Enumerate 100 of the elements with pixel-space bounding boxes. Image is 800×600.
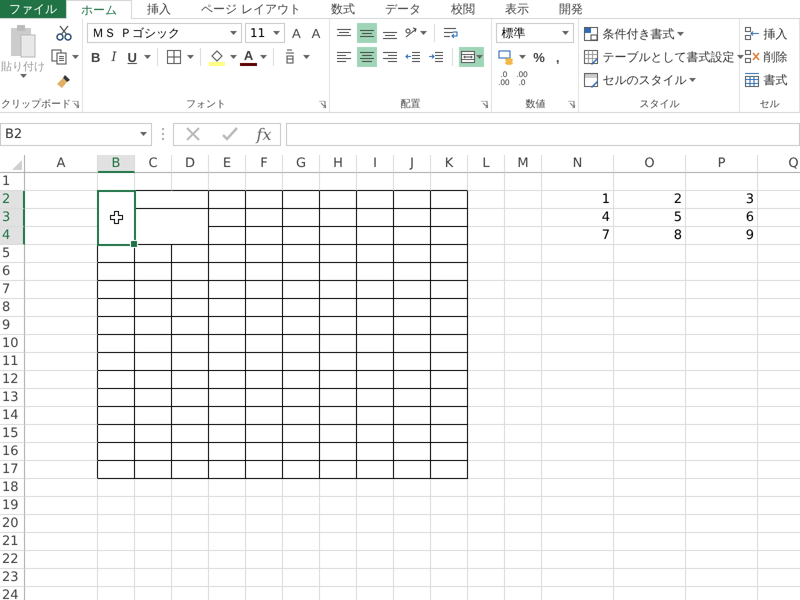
grid-cell[interactable] (25, 335, 98, 353)
grid-cell[interactable] (283, 407, 320, 425)
grid-cell[interactable] (431, 425, 468, 443)
grid-cell[interactable] (431, 335, 468, 353)
grid-cell[interactable] (283, 209, 320, 227)
grid-cell[interactable] (431, 461, 468, 479)
grid-cell[interactable] (431, 227, 468, 245)
grid-cell[interactable] (98, 389, 135, 407)
grid-cell[interactable] (357, 281, 394, 299)
table-cell[interactable]: 2 (614, 191, 686, 209)
grid-cell[interactable] (246, 425, 283, 443)
increase-decimal-button[interactable]: .0 .00 (496, 71, 512, 87)
grid-cell[interactable] (283, 461, 320, 479)
grid-cell[interactable] (172, 299, 209, 317)
row-header[interactable]: 14 (0, 407, 25, 425)
grid-cell[interactable] (135, 443, 172, 461)
font-name-dropdown[interactable]: ＭＳ Ｐゴシック (87, 23, 242, 43)
insert-button[interactable]: 挿入 (744, 23, 788, 45)
grid-cell[interactable] (357, 299, 394, 317)
grid-cell[interactable] (394, 317, 431, 335)
grid-cell[interactable] (431, 245, 468, 263)
column-header[interactable]: B (98, 155, 135, 173)
grid-cell[interactable] (209, 389, 246, 407)
grid-cell[interactable] (431, 209, 468, 227)
table-cell[interactable]: 9 (686, 227, 758, 245)
grid-cell[interactable] (135, 425, 172, 443)
grid-cell[interactable] (394, 227, 431, 245)
row-header[interactable]: 7 (0, 281, 25, 299)
percent-button[interactable]: % (529, 47, 549, 67)
ribbon-tab[interactable]: 表示 (490, 0, 544, 18)
font-color-button[interactable]: A (240, 48, 258, 66)
grid-cell[interactable] (209, 263, 246, 281)
table-cell[interactable]: 6 (686, 209, 758, 227)
grid-cell[interactable] (209, 371, 246, 389)
grid-cell[interactable] (209, 407, 246, 425)
cell-styles-button[interactable]: セルのスタイル (583, 69, 744, 91)
grid-cell[interactable] (135, 191, 209, 209)
ribbon-tab[interactable]: 数式 (316, 0, 370, 18)
column-header[interactable]: E (209, 155, 246, 173)
grid-cell[interactable] (431, 299, 468, 317)
row-header[interactable]: 6 (0, 263, 25, 281)
bold-button[interactable]: B (87, 47, 104, 67)
grid-cell[interactable] (172, 407, 209, 425)
column-header[interactable]: L (468, 155, 505, 173)
number-format-dropdown[interactable]: 標準 (496, 23, 574, 43)
ribbon-tab[interactable]: 校閲 (436, 0, 490, 18)
grid-cell[interactable] (394, 407, 431, 425)
grid-cell[interactable] (320, 443, 357, 461)
name-box[interactable]: B2 (0, 122, 152, 146)
grid-cell[interactable] (98, 263, 135, 281)
grid-cell[interactable] (246, 263, 283, 281)
column-header[interactable]: M (505, 155, 542, 173)
grid-cell[interactable] (98, 461, 135, 479)
grid-cell[interactable] (209, 191, 246, 209)
underline-button[interactable]: U (124, 47, 141, 67)
grid-cell[interactable] (246, 389, 283, 407)
grid-cell[interactable] (246, 281, 283, 299)
grid-cell[interactable] (98, 299, 135, 317)
row-header[interactable]: 8 (0, 299, 25, 317)
grid-cell[interactable] (320, 227, 357, 245)
grid-cell[interactable] (246, 461, 283, 479)
column-header[interactable]: F (246, 155, 283, 173)
grid-cell[interactable] (394, 425, 431, 443)
grid-cell[interactable] (394, 263, 431, 281)
grid-cell[interactable] (431, 263, 468, 281)
grid-cell[interactable] (394, 281, 431, 299)
grid-cell[interactable] (209, 353, 246, 371)
grid-cell[interactable] (320, 191, 357, 209)
ribbon-tab[interactable]: データ (370, 0, 436, 18)
grid-cell[interactable] (320, 299, 357, 317)
grid-cell[interactable] (246, 191, 283, 209)
grid-cell[interactable] (135, 407, 172, 425)
grid-cell[interactable] (172, 263, 209, 281)
grid-cell[interactable] (209, 245, 246, 263)
grid-cell[interactable] (172, 371, 209, 389)
grid-cell[interactable] (283, 443, 320, 461)
grid-cell[interactable] (283, 227, 320, 245)
grid-cell[interactable] (172, 461, 209, 479)
grid-cell[interactable] (209, 227, 246, 245)
grid-cell[interactable] (431, 317, 468, 335)
grid-cell[interactable] (357, 227, 394, 245)
row-header[interactable]: 15 (0, 425, 25, 443)
grid-cell[interactable] (283, 353, 320, 371)
insert-function-button[interactable]: fx (256, 124, 272, 144)
grid-cell[interactable] (320, 281, 357, 299)
italic-button[interactable]: I (107, 47, 121, 67)
row-header[interactable]: 18 (0, 479, 25, 497)
grid-cell[interactable] (394, 353, 431, 371)
column-header[interactable]: Q (758, 155, 800, 173)
grid-cell[interactable] (209, 425, 246, 443)
row-header[interactable]: 17 (0, 461, 25, 479)
column-header[interactable]: G (283, 155, 320, 173)
grid-cell[interactable] (431, 389, 468, 407)
grid-cell[interactable] (283, 299, 320, 317)
row-header[interactable]: 12 (0, 371, 25, 389)
grid-cell[interactable] (135, 263, 172, 281)
grid-cell[interactable] (394, 371, 431, 389)
grid-cell[interactable] (357, 335, 394, 353)
grid-cell[interactable] (357, 443, 394, 461)
grid-cell[interactable] (283, 335, 320, 353)
